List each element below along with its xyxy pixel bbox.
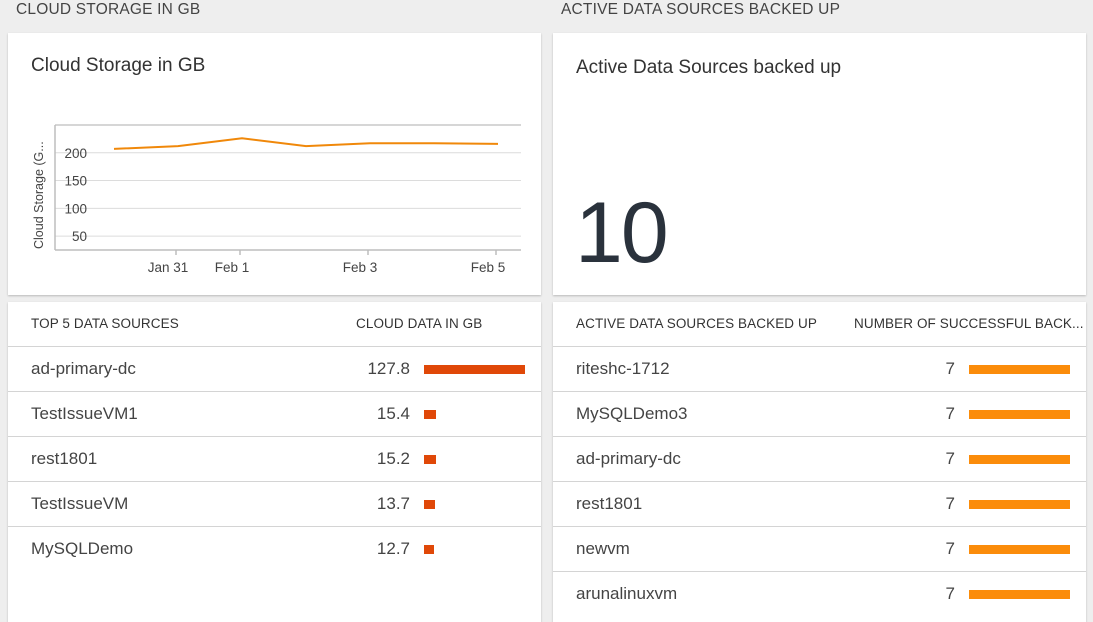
row-value: 7 [945,494,955,513]
row-name: riteshc-1712 [576,359,670,378]
row-value-bar [424,365,525,374]
table-row[interactable]: newvm 7 [553,526,1086,572]
row-value: 12.7 [376,539,410,558]
col-header-data-sources[interactable]: TOP 5 DATA SOURCES [31,316,179,331]
x-tick-label: Feb 1 [215,260,250,275]
active-sources-section-title: ACTIVE DATA SOURCES BACKED UP [561,1,841,18]
cloud-storage-series-line[interactable] [113,137,499,150]
table-row[interactable]: ad-primary-dc 127.8 [8,346,541,392]
active-sources-count: 10 [575,185,669,281]
row-value-bar [424,500,435,509]
row-name: rest1801 [31,449,98,468]
table-row[interactable]: rest1801 15.2 [8,436,541,482]
row-value: 7 [945,359,955,378]
row-name: TestIssueVM1 [31,404,138,423]
table-row[interactable]: ad-primary-dc 7 [553,436,1086,482]
col-header-cloud-data[interactable]: CLOUD DATA IN GB [356,316,482,331]
row-value: 7 [945,539,955,558]
row-value-bar [969,545,1070,554]
active-sources-count-tile[interactable]: Active Data Sources backed up 10 [553,33,1086,295]
row-name: TestIssueVM [31,494,129,513]
row-name: arunalinuxvm [576,584,678,603]
table-row[interactable]: MySQLDemo 12.7 [8,526,541,572]
col-header-active-sources[interactable]: ACTIVE DATA SOURCES BACKED UP [576,316,817,331]
row-value: 127.8 [367,359,410,378]
row-name: ad-primary-dc [576,449,681,468]
x-tick-label: Feb 3 [343,260,378,275]
row-value-bar [424,455,436,464]
x-tick-label: Jan 31 [148,260,189,275]
row-value-bar [969,590,1070,599]
row-name: MySQLDemo3 [576,404,688,423]
row-value-bar [969,410,1070,419]
col-header-successful-backups[interactable]: NUMBER OF SUCCESSFUL BACK... [854,316,1084,331]
y-tick-label: 200 [64,146,87,161]
big-card-title: Active Data Sources backed up [576,57,842,78]
table-row[interactable]: MySQLDemo3 7 [553,391,1086,437]
row-name: MySQLDemo [31,539,134,558]
row-value-bar [969,365,1070,374]
y-tick-label: 50 [72,229,87,244]
cloud-storage-chart-tile[interactable]: Cloud Storage in GB 50 100 150 200 Jan 31 Fe… [8,33,541,295]
table-row[interactable]: rest1801 7 [553,481,1086,527]
row-value: 7 [945,584,955,603]
y-tick-label: 100 [64,201,87,216]
cloud-storage-line-chart: 50 100 150 200 Jan 31 Feb 1 Feb 3 Feb 5 Cloud … [32,124,521,275]
row-value: 15.4 [376,404,410,423]
top-data-sources-table[interactable]: TOP 5 DATA SOURCES CLOUD DATA IN GB ad-p… [8,302,541,622]
row-value: 15.2 [376,449,410,468]
row-value-bar [424,545,435,554]
row-value: 7 [945,404,955,423]
table-row[interactable]: TestIssueVM1 15.4 [8,391,541,437]
y-tick-label: 150 [64,174,87,189]
cloud-storage-section-title: CLOUD STORAGE IN GB [16,1,201,18]
table-row[interactable]: riteshc-1712 7 [553,346,1086,392]
x-tick-label: Feb 5 [471,260,506,275]
row-name: rest1801 [576,494,643,513]
y-axis-title: Cloud Storage (G... [32,141,46,249]
row-value-bar [969,455,1070,464]
table-row[interactable]: arunalinuxvm 7 [553,571,1086,617]
row-name: ad-primary-dc [31,359,136,378]
active-sources-backed-up-table[interactable]: ACTIVE DATA SOURCES BACKED UP NUMBER OF … [553,302,1086,622]
row-name: newvm [576,539,630,558]
row-value: 7 [945,449,955,468]
row-value: 13.7 [376,494,410,513]
row-value-bar [424,410,437,419]
table-row[interactable]: TestIssueVM 13.7 [8,481,541,527]
row-value-bar [969,500,1070,509]
